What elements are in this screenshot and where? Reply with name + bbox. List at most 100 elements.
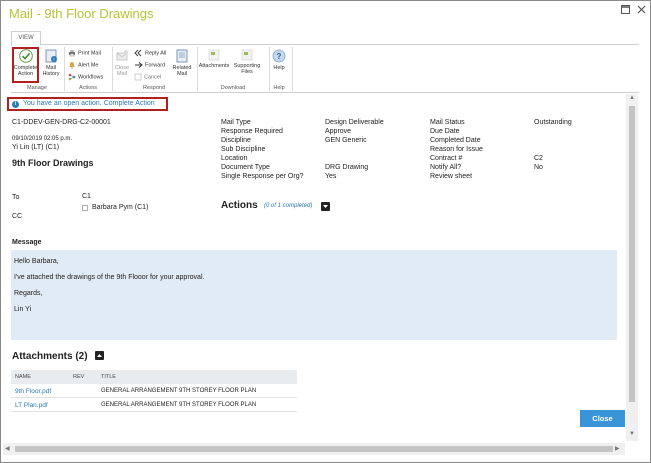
scroll-right-icon[interactable]: ▶: [615, 445, 620, 452]
cancel-button[interactable]: Cancel: [134, 73, 161, 81]
message-label: Message: [12, 239, 42, 246]
mail-datetime: 09/10/2019 02:05 p.m.: [12, 136, 73, 142]
tab-view[interactable]: VIEW: [11, 31, 41, 46]
recipient-checkbox[interactable]: [82, 205, 88, 211]
column-header-title: TITLE: [101, 374, 116, 380]
field-label: Discipline: [221, 137, 251, 144]
attachments-button[interactable]: Attachments: [197, 49, 231, 69]
workflow-icon: [68, 73, 76, 81]
field-label: Notify All?: [430, 164, 462, 171]
field-value: No: [534, 164, 543, 171]
alert-me-button[interactable]: Alert Me: [68, 61, 98, 69]
field-value: GEN Generic: [325, 137, 367, 144]
field-label: Mail Type: [221, 119, 251, 126]
to-org: C1: [82, 193, 91, 200]
open-action-banner[interactable]: i You have an open action. Complete Acti…: [7, 97, 168, 111]
group-label-manage: Manage: [27, 85, 47, 91]
field-values-col2: Design Deliverable Approve GEN Generic D…: [325, 118, 384, 181]
mail-history-button[interactable]: i Mail History: [40, 49, 62, 77]
reply-all-button[interactable]: Reply All: [134, 49, 166, 57]
field-value: [534, 172, 572, 181]
group-label-respond: Respond: [142, 85, 166, 91]
open-action-text: You have an open action. Complete Action: [23, 100, 155, 107]
svg-text:?: ?: [277, 52, 282, 61]
field-label: Review sheet: [430, 173, 473, 180]
close-icon[interactable]: [635, 5, 647, 17]
reply-all-icon: [134, 49, 142, 57]
scroll-up-icon[interactable]: ▲: [629, 95, 635, 101]
alert-me-label: Alert Me: [78, 62, 99, 69]
chevron-up-icon: [97, 354, 102, 357]
mail-history-label: Mail History: [42, 65, 60, 77]
cancel-label: Cancel: [144, 74, 162, 81]
forward-icon: [135, 62, 143, 68]
group-label-help: Help: [273, 85, 285, 91]
field-value: C2: [534, 155, 543, 162]
attachment-link[interactable]: 9th Floor.pdf: [15, 388, 51, 395]
message-line: Hello Barbara,: [14, 258, 59, 265]
help-label: Help: [273, 65, 285, 71]
workflows-button[interactable]: Workflows: [68, 73, 103, 81]
close-mail-button[interactable]: Close Mail: [113, 49, 131, 77]
field-labels-col3: Mail Status Due Date Completed Date Reas…: [430, 118, 483, 181]
cancel-icon: [134, 73, 142, 81]
mail-history-icon: i: [45, 49, 57, 63]
field-value: [534, 136, 572, 145]
actions-expand-toggle[interactable]: [321, 202, 330, 211]
ribbon: Complete Action i Mail History Manage Pr…: [11, 45, 639, 93]
workflows-label: Workflows: [78, 74, 104, 81]
mail-sender: Yi Lin (LT) (C1): [12, 144, 60, 151]
field-label: Single Response per Org?: [221, 173, 304, 180]
field-value: Outstanding: [534, 119, 572, 126]
related-mail-icon: [176, 49, 188, 63]
message-line: I've attached the drawings of the 9th Fl…: [14, 274, 205, 281]
help-icon: ?: [272, 49, 286, 63]
mail-window: Mail - 9th Floor Drawings VIEW Complete …: [0, 0, 651, 463]
attachment-title: GENERAL ARRANGEMENT 9TH STOREY FLOOR PLA…: [101, 388, 257, 394]
field-label: Sub Discipline: [221, 146, 266, 153]
field-value: Yes: [325, 173, 337, 180]
vertical-scroll-thumb[interactable]: [629, 106, 635, 402]
related-mail-button[interactable]: Related Mail: [171, 49, 193, 77]
horizontal-scrollbar[interactable]: ◀ ▶: [3, 443, 625, 455]
to-label: To: [12, 194, 20, 201]
help-button[interactable]: ? Help: [269, 49, 289, 71]
actions-progress: (0 of 1 completed): [264, 203, 313, 209]
field-value: [325, 145, 384, 154]
related-mail-label: Related Mail: [172, 65, 192, 77]
scroll-down-icon[interactable]: ▼: [629, 431, 635, 437]
chevron-down-icon: [323, 205, 328, 208]
group-label-actions: Actions: [78, 85, 98, 91]
attachment-link[interactable]: LT Plan.pdf: [15, 402, 48, 409]
vertical-scrollbar[interactable]: ▲ ▼: [626, 94, 638, 441]
field-value: [534, 127, 572, 136]
field-value: [325, 154, 384, 163]
scroll-left-icon[interactable]: ◀: [5, 445, 10, 452]
attachments-collapse-toggle[interactable]: [95, 351, 104, 360]
column-header-rev: REV: [73, 374, 85, 380]
info-icon: i: [12, 101, 19, 108]
field-label: Contract #: [430, 155, 463, 162]
forward-label: Forward: [145, 62, 166, 69]
message-body: Hello Barbara, I've attached the drawing…: [11, 250, 617, 340]
forward-button[interactable]: Forward: [134, 61, 165, 69]
supporting-files-label: Supporting Files: [233, 63, 261, 75]
attachments-label: Attachments: [198, 63, 230, 69]
printer-icon: [69, 50, 75, 57]
close-mail-icon: [116, 50, 128, 61]
close-mail-label: Close Mail: [114, 65, 130, 77]
horizontal-scroll-thumb[interactable]: [15, 446, 613, 452]
field-value: Approve: [325, 128, 352, 135]
field-label: Mail Status: [430, 119, 465, 126]
supporting-files-button[interactable]: Supporting Files: [230, 49, 264, 75]
field-value: [534, 145, 572, 154]
print-mail-button[interactable]: Print Mail: [68, 49, 101, 57]
bell-icon: [69, 62, 75, 69]
cc-label: CC: [12, 213, 23, 220]
field-value: DRG Drawing: [325, 164, 369, 171]
close-button[interactable]: Close: [580, 410, 625, 427]
column-header-name: NAME: [15, 374, 31, 380]
message-line: Lin Yi: [14, 306, 32, 313]
field-value: Design Deliverable: [325, 119, 384, 126]
maximize-icon[interactable]: [619, 5, 631, 17]
